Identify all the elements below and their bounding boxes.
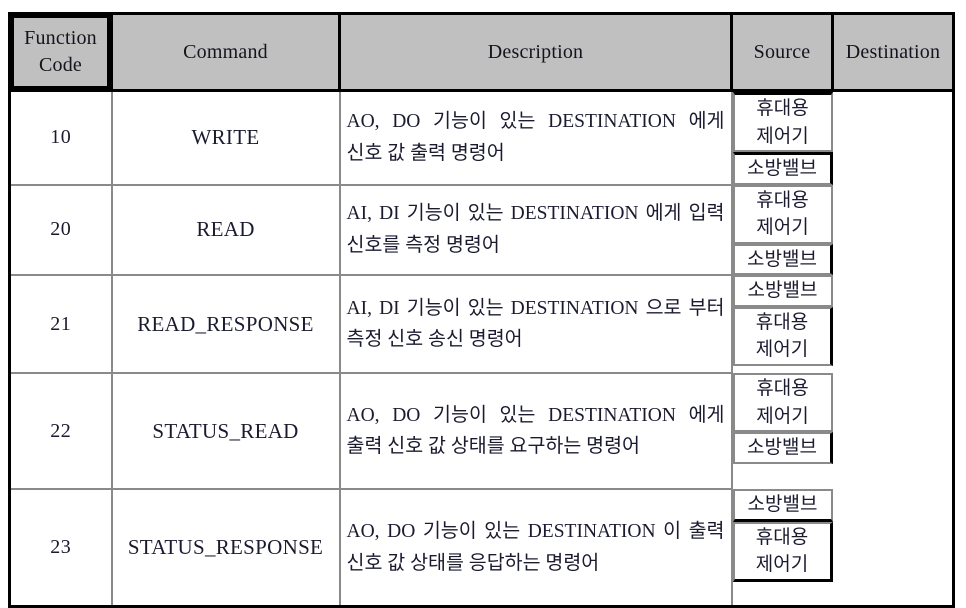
column-header-source: Source bbox=[730, 12, 834, 92]
table-row: 21 READ_RESPONSE AI, DI 기능이 있는 DESTINATI… bbox=[8, 274, 954, 375]
cell-destination: 소방밸브 bbox=[732, 432, 833, 464]
document-page: Function Code Command Description Source… bbox=[0, 0, 966, 608]
protocol-function-code-table: Function Code Command Description Source… bbox=[8, 12, 955, 608]
table-row: 23 STATUS_RESPONSE AO, DO 기능이 있는 DESTINA… bbox=[8, 488, 954, 608]
cell-destination: 소방밸브 bbox=[732, 243, 833, 276]
cell-command: READ bbox=[110, 183, 341, 277]
cell-source: 소방밸브 bbox=[732, 489, 833, 522]
cell-destination: 휴대용 제어기 bbox=[732, 306, 833, 366]
column-header-destination: Destination bbox=[831, 12, 955, 92]
cell-description: AO, DO 기능이 있는 DESTINATION 이 출력 신호 값 상태를 … bbox=[338, 488, 733, 608]
table-row: 22 STATUS_READ AO, DO 기능이 있는 DESTINATION… bbox=[8, 372, 954, 491]
cell-source: 소방밸브 bbox=[732, 275, 833, 307]
cell-function-code: 10 bbox=[8, 88, 113, 186]
protocol-function-code-table-container: Function Code Command Description Source… bbox=[8, 12, 955, 608]
table-header: Function Code Command Description Source… bbox=[10, 12, 955, 92]
cell-function-code: 23 bbox=[8, 488, 113, 608]
cell-destination: 소방밸브 bbox=[732, 152, 833, 185]
cell-function-code: 20 bbox=[8, 183, 113, 277]
cell-source: 휴대용 제어기 bbox=[732, 92, 833, 153]
table-header-row: Function Code Command Description Source… bbox=[10, 12, 955, 92]
column-header-command: Command bbox=[110, 12, 341, 92]
cell-command: STATUS_RESPONSE bbox=[110, 488, 341, 608]
cell-destination: 휴대용 제어기 bbox=[732, 521, 833, 582]
cell-function-code: 22 bbox=[8, 372, 113, 491]
cell-description: AI, DI 기능이 있는 DESTINATION 에게 입력 신호를 측정 명… bbox=[338, 183, 733, 277]
table-row: 10 WRITE AO, DO 기능이 있는 DESTINATION 에게 신호… bbox=[8, 88, 954, 186]
cell-source: 휴대용 제어기 bbox=[732, 184, 833, 244]
cell-description: AO, DO 기능이 있는 DESTINATION 에게 신호 값 출력 명령어 bbox=[338, 88, 733, 186]
column-header-description: Description bbox=[338, 12, 733, 92]
column-header-function-code: Function Code bbox=[11, 15, 110, 89]
cell-command: STATUS_READ bbox=[110, 372, 341, 491]
cell-source: 휴대용 제어기 bbox=[732, 373, 833, 433]
table-body: 10 WRITE AO, DO 기능이 있는 DESTINATION 에게 신호… bbox=[8, 88, 954, 608]
table-row: 20 READ AI, DI 기능이 있는 DESTINATION 에게 입력 … bbox=[8, 183, 954, 277]
cell-description: AO, DO 기능이 있는 DESTINATION 에게 출력 신호 값 상태를… bbox=[338, 372, 733, 491]
cell-description: AI, DI 기능이 있는 DESTINATION 으로 부터 측정 신호 송신… bbox=[338, 274, 733, 375]
cell-command: READ_RESPONSE bbox=[110, 274, 341, 375]
cell-command: WRITE bbox=[110, 88, 341, 186]
cell-function-code: 21 bbox=[8, 274, 113, 375]
